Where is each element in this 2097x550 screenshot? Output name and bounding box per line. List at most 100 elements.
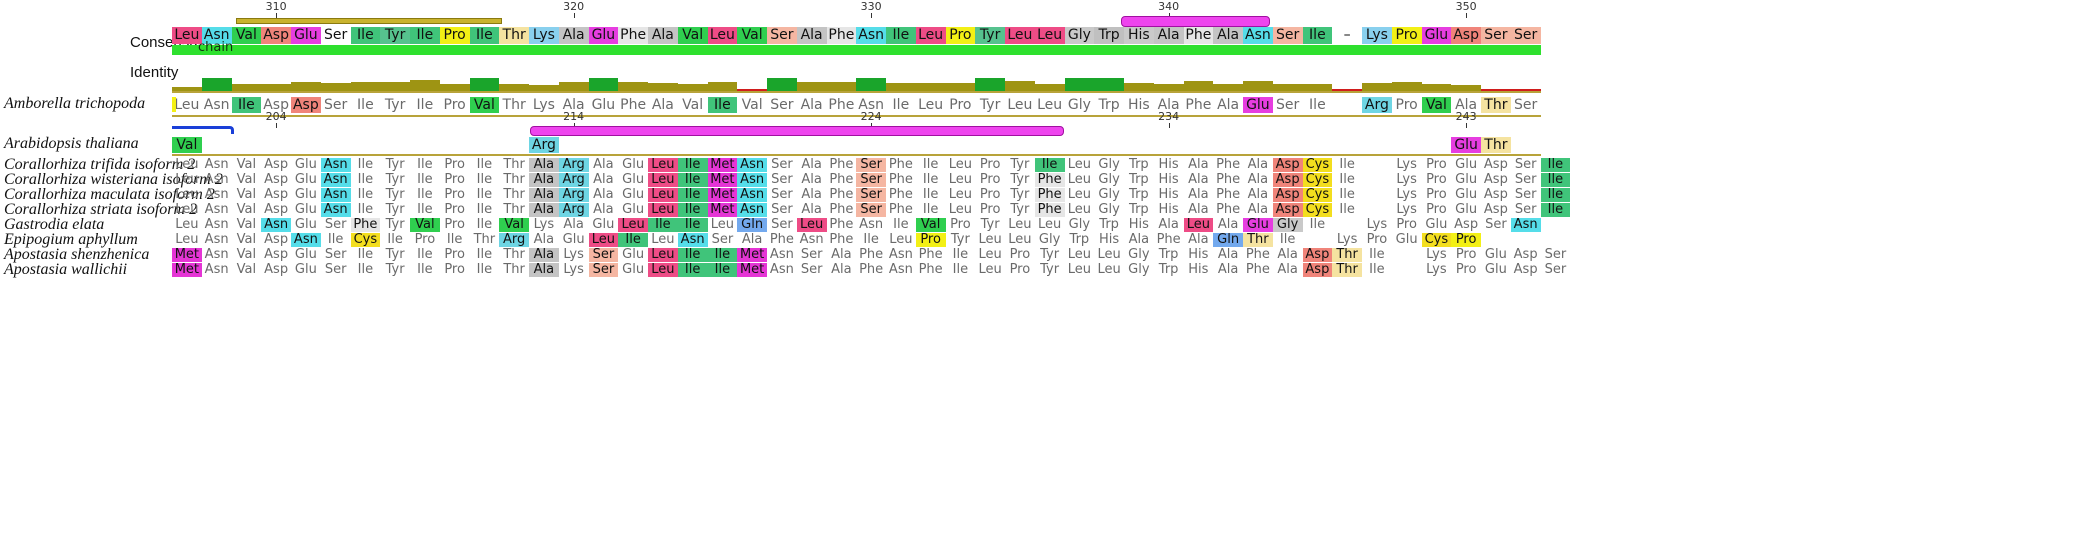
residue-cell[interactable]: Leu	[648, 203, 678, 217]
consensus-residue[interactable]: Tyr	[975, 27, 1005, 44]
residue-cell[interactable]: Glu	[618, 158, 648, 172]
residue-cell[interactable]: Ala	[1243, 158, 1273, 172]
residue-cell[interactable]: His	[1154, 173, 1184, 187]
residue-cell[interactable]: Gly	[1094, 188, 1124, 202]
residue-cell[interactable]: Thr	[499, 203, 529, 217]
residue-cell[interactable]: Ser	[1511, 158, 1541, 172]
residue-cell[interactable]: Ile	[410, 248, 440, 262]
residue-cell[interactable]: Phe	[1154, 233, 1184, 247]
residue-cell[interactable]: Ser	[321, 97, 351, 113]
consensus-residue[interactable]: Asn	[856, 27, 886, 44]
residue-cell[interactable]: Ser	[856, 188, 886, 202]
residue-cell[interactable]: Ile	[440, 233, 470, 247]
residue-cell[interactable]: Ile	[916, 173, 946, 187]
residue-cell[interactable]: Ser	[767, 218, 797, 232]
residue-cell[interactable]: Ala	[589, 158, 619, 172]
residue-cell[interactable]: Asn	[202, 173, 232, 187]
residue-cell[interactable]: Leu	[648, 188, 678, 202]
residue-cell[interactable]: Phe	[618, 97, 648, 113]
residue-cell[interactable]: Ser	[767, 173, 797, 187]
residue-cell[interactable]: Glu	[1481, 248, 1511, 262]
residue-cell[interactable]: Ser	[767, 97, 797, 113]
residue-cell[interactable]: Ala	[1154, 218, 1184, 232]
residue-cell[interactable]: Ser	[321, 248, 351, 262]
residue-cell[interactable]: Pro	[1422, 173, 1452, 187]
residue-cell[interactable]: Asn	[797, 233, 827, 247]
residue-cell[interactable]: Ser	[1511, 97, 1541, 113]
residue-cell[interactable]: Asp	[1302, 248, 1333, 262]
residue-cell[interactable]: Asn	[767, 248, 797, 262]
residue-cell[interactable]: Ile	[410, 97, 440, 113]
residue-cell[interactable]: Ser	[767, 203, 797, 217]
residue-cell[interactable]: Ile	[321, 233, 351, 247]
consensus-residue[interactable]: Ser	[1481, 27, 1511, 44]
consensus-residue[interactable]: Pro	[439, 27, 470, 44]
residue-cell[interactable]: Ile	[677, 188, 708, 202]
residue-cell[interactable]: Glu	[291, 173, 321, 187]
residue-cell[interactable]: Ile	[1034, 158, 1065, 172]
residue-cell[interactable]: Leu	[1005, 233, 1035, 247]
residue-cell[interactable]: Leu	[886, 233, 916, 247]
residue-cell[interactable]: Ala	[827, 263, 857, 277]
residue-cell[interactable]: Glu	[618, 203, 648, 217]
residue-cell[interactable]: Ile	[1540, 188, 1571, 202]
residue-cell[interactable]: Glu	[1451, 203, 1481, 217]
residue-cell[interactable]: Asn	[202, 158, 232, 172]
residue-cell[interactable]: Tyr	[1035, 263, 1065, 277]
residue-cell[interactable]: Leu	[1065, 263, 1095, 277]
residue-cell[interactable]: Ala	[827, 248, 857, 262]
consensus-residue[interactable]: Ile	[410, 27, 440, 44]
residue-cell[interactable]: Asn	[320, 173, 351, 187]
residue-cell[interactable]: Gly	[1124, 263, 1154, 277]
consensus-residue[interactable]: Ile	[350, 27, 381, 44]
residue-cell[interactable]: Gly	[1094, 173, 1124, 187]
residue-cell[interactable]: Ile	[1332, 203, 1362, 217]
residue-cell[interactable]: His	[1124, 218, 1154, 232]
consensus-residue[interactable]: Glu	[291, 27, 321, 44]
residue-cell[interactable]: Ala	[529, 158, 559, 172]
residue-cell[interactable]: Ser	[1541, 248, 1571, 262]
residue-cell[interactable]: Val	[499, 218, 529, 232]
consensus-residue[interactable]: Leu	[1034, 27, 1065, 44]
residue-cell[interactable]: Lys	[1392, 188, 1422, 202]
residue-cell[interactable]: Ile	[1303, 97, 1333, 113]
residue-cell[interactable]: Pro	[440, 263, 470, 277]
residue-cell[interactable]: Ile	[1540, 173, 1571, 187]
residue-cell[interactable]: Glu	[291, 158, 321, 172]
consensus-residue[interactable]: Ser	[1510, 27, 1541, 44]
residue-cell[interactable]: Leu	[1065, 248, 1095, 262]
residue-cell[interactable]: Ile	[410, 158, 440, 172]
residue-cell[interactable]: Tyr	[380, 158, 410, 172]
sequence-name-amborella[interactable]: Amborella trichopoda	[4, 95, 145, 113]
residue-cell[interactable]: Ile	[410, 188, 440, 202]
residue-cell[interactable]: Arg	[529, 137, 559, 153]
residue-cell[interactable]: Val	[232, 248, 262, 262]
residue-cell[interactable]: Leu	[172, 97, 202, 113]
consensus-residue[interactable]: Phe	[618, 27, 648, 44]
consensus-residue[interactable]: Val	[231, 27, 262, 44]
residue-cell[interactable]: Asp	[1272, 203, 1303, 217]
residue-cell[interactable]: Val	[915, 218, 946, 232]
residue-cell[interactable]: Ser	[856, 173, 886, 187]
residue-cell[interactable]: Ile	[1362, 248, 1392, 262]
residue-cell[interactable]: Phe	[1243, 263, 1273, 277]
residue-cell[interactable]: Ala	[1213, 97, 1243, 113]
consensus-residue[interactable]: Ala	[648, 27, 678, 44]
residue-cell[interactable]: Pro	[975, 203, 1005, 217]
residue-cell[interactable]: Ala	[1184, 173, 1214, 187]
residue-cell[interactable]: Arg	[558, 173, 589, 187]
residue-cell[interactable]: Glu	[1451, 188, 1481, 202]
residue-cell[interactable]: His	[1184, 263, 1214, 277]
consensus-residue[interactable]: –	[1332, 27, 1362, 44]
residue-cell[interactable]: Asn	[767, 263, 797, 277]
residue-cell[interactable]: Ile	[380, 233, 410, 247]
residue-cell[interactable]: His	[1154, 203, 1184, 217]
residue-cell[interactable]: Arg	[558, 203, 589, 217]
residue-cell[interactable]: Tyr	[1005, 158, 1035, 172]
residue-cell[interactable]: Ser	[321, 218, 351, 232]
residue-cell[interactable]: Glu	[1243, 218, 1273, 232]
residue-cell[interactable]: Tyr	[380, 248, 410, 262]
residue-cell[interactable]: Ser	[856, 203, 886, 217]
residue-cell[interactable]: Asp	[1481, 158, 1511, 172]
residue-cell[interactable]: Thr	[470, 233, 500, 247]
